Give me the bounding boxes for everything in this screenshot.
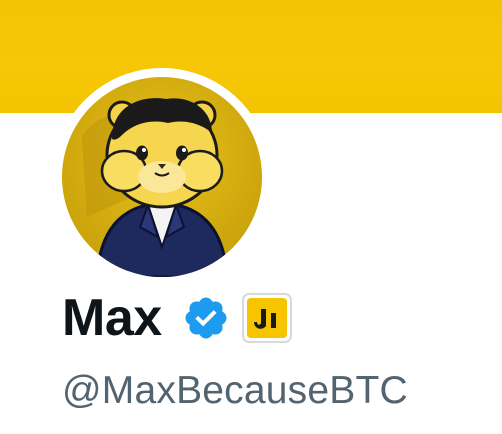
profile-handle: @MaxBecauseBTC [62, 369, 408, 412]
hamster-avatar-image [62, 77, 262, 277]
affiliate-logo-badge[interactable] [241, 293, 292, 343]
header-banner[interactable] [0, 0, 502, 113]
verified-badge-icon[interactable] [182, 294, 230, 342]
profile-display-name: Max [62, 289, 162, 347]
affiliate-logo-icon [246, 298, 287, 338]
profile-name-row: Max [62, 288, 292, 348]
avatar[interactable] [62, 77, 262, 277]
